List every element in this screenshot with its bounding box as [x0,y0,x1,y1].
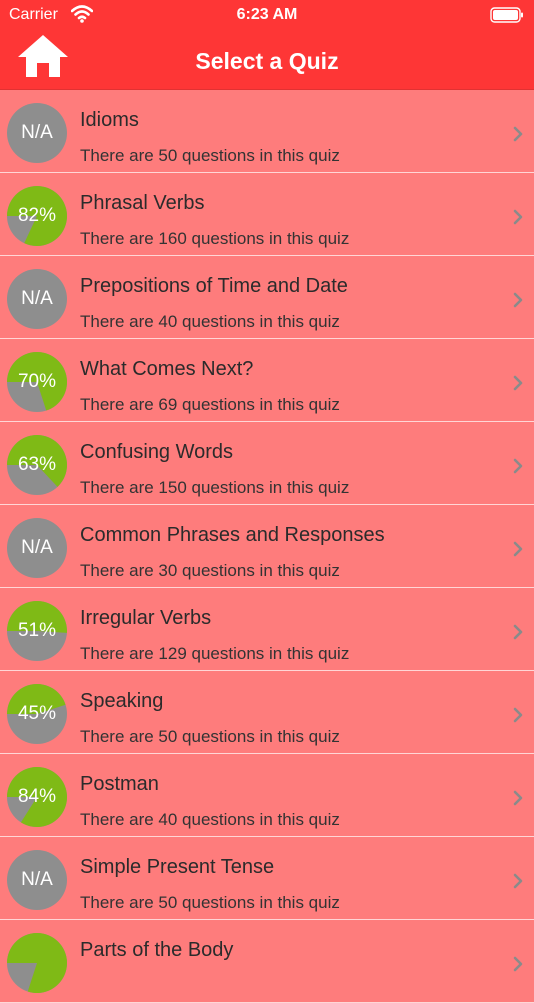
chevron-right-icon [513,375,523,391]
quiz-title: Postman [80,773,159,795]
quiz-title: Prepositions of Time and Date [80,275,348,297]
quiz-subtitle: There are 30 questions in this quiz [80,561,340,580]
quiz-title: Simple Present Tense [80,856,275,878]
chevron-right-icon [513,458,523,474]
quiz-row[interactable]: N/A Common Phrases and Responses There are… [0,505,534,588]
quiz-title: Common Phrases and Responses [80,524,385,546]
score-label: 45% [17,703,57,724]
quiz-row[interactable]: Parts of the Body [0,920,534,1003]
quiz-title: What Comes Next? [80,358,254,380]
quiz-row[interactable]: 84% Postman There are 40 questions in this… [0,754,534,837]
quiz-row[interactable]: 51% Irregular Verbs There are 129 question… [0,588,534,671]
quiz-subtitle: There are 40 questions in this quiz [80,312,340,331]
quiz-row[interactable]: N/A Prepositions of Time and Date There ar… [0,256,534,339]
quiz-title: Irregular Verbs [80,607,212,629]
chevron-right-icon [513,541,523,557]
score-label [7,933,67,993]
score-label: 82% [17,205,57,226]
chevron-right-icon [513,126,523,142]
score-label: N/A [21,122,53,143]
score-label: 63% [17,454,57,475]
quiz-title: Idioms [80,109,139,131]
score-label: 51% [17,620,57,641]
quiz-subtitle: There are 50 questions in this quiz [80,893,340,912]
chevron-right-icon [513,292,523,308]
chevron-right-icon [513,790,523,806]
quiz-subtitle: There are 50 questions in this quiz [80,727,340,746]
score-label: N/A [21,537,53,558]
quiz-row[interactable]: 63% Confusing Words There are 150 question… [0,422,534,505]
quiz-row[interactable]: N/A Idioms There are 50 questions in this … [0,90,534,173]
status-bar: Carrier 6:23 AM [0,0,534,30]
quiz-title: Phrasal Verbs [80,192,205,214]
score-label: N/A [21,288,53,309]
clock: 6:23 AM [236,6,298,23]
quiz-title: Confusing Words [80,441,234,463]
quiz-row[interactable]: 70% What Comes Next? There are 69 question… [0,339,534,422]
chevron-right-icon [513,209,523,225]
score-label: 84% [17,786,57,807]
chevron-right-icon [513,956,523,972]
chevron-right-icon [513,873,523,889]
battery-icon [490,7,523,23]
score-label: 70% [17,371,57,392]
quiz-list: N/A Idioms There are 50 questions in this … [0,90,534,1003]
quiz-title: Speaking [80,690,164,712]
quiz-subtitle: There are 129 questions in this quiz [80,644,350,663]
quiz-title: Parts of the Body [80,939,234,961]
quiz-row[interactable]: 82% Phrasal Verbs There are 160 questions … [0,173,534,256]
score-label: N/A [21,869,53,890]
quiz-subtitle: There are 50 questions in this quiz [80,146,340,165]
quiz-subtitle: There are 69 questions in this quiz [80,395,340,414]
page-title: Select a Quiz [195,48,339,74]
quiz-subtitle: There are 40 questions in this quiz [80,810,340,829]
quiz-subtitle: There are 160 questions in this quiz [80,229,350,248]
nav-bar: Select a Quiz [0,30,534,90]
quiz-row[interactable]: N/A Simple Present Tense There are 50 ques… [0,837,534,920]
chevron-right-icon [513,707,523,723]
quiz-row[interactable]: 45% Speaking There are 50 questions in thi… [0,671,534,754]
chevron-right-icon [513,624,523,640]
quiz-subtitle: There are 150 questions in this quiz [80,478,350,497]
